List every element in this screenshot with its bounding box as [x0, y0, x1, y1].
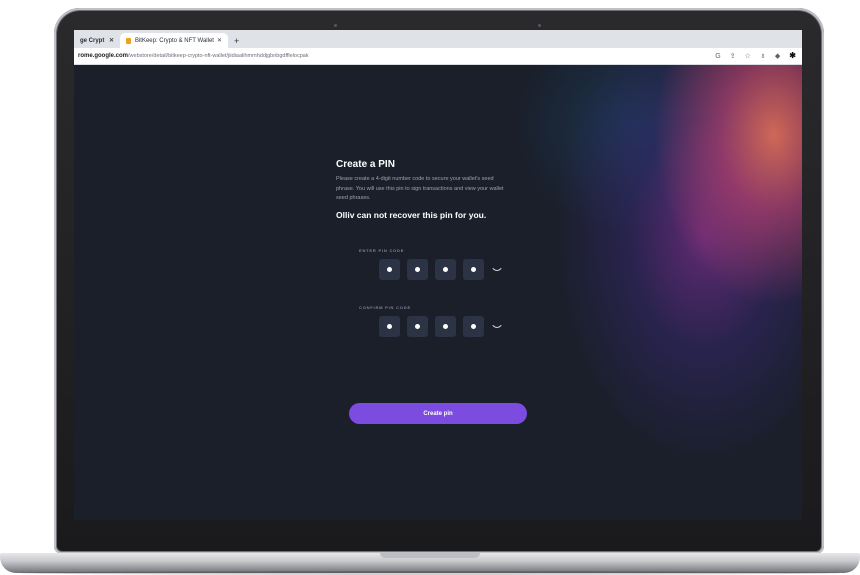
pin-digit-box[interactable] [435, 316, 456, 337]
laptop-screen: ge Crypt ✕ BitKeep: Crypto & NFT Wallet … [74, 30, 802, 520]
pin-warning: Olliv can not recover this pin for you. [336, 209, 487, 220]
laptop-notch [380, 553, 480, 558]
star-icon[interactable]: ☆ [745, 53, 751, 60]
url-host: rome.google.com [78, 53, 129, 59]
tab-label: ge Crypt [80, 37, 105, 44]
bitkeep-favicon-icon [126, 37, 131, 44]
pin-dot [414, 323, 421, 330]
close-tab-icon[interactable]: ✕ [106, 37, 114, 44]
confirm-pin-label: CONFIRM PIN CODE [359, 305, 411, 310]
google-icon[interactable]: G [715, 53, 720, 60]
pin-digit-box[interactable] [435, 259, 456, 280]
puzzle-icon[interactable]: ✱ [789, 52, 796, 60]
extension-icon[interactable]: ◆ [775, 53, 780, 60]
pin-dot [414, 266, 421, 273]
pin-digit-box[interactable] [379, 316, 400, 337]
browser-toolbar-icons: G ⇪ ☆ ♁ ◆ ✱ [715, 52, 798, 60]
create-pin-button[interactable]: Create pin [349, 403, 527, 424]
pin-digit-box[interactable] [463, 259, 484, 280]
pin-digit-box[interactable] [407, 316, 428, 337]
browser-address-bar[interactable]: rome.google.com/webstore/detail/bitkeep-… [74, 48, 802, 65]
browser-tab[interactable]: ge Crypt ✕ [74, 33, 120, 48]
camera-dot [334, 24, 337, 27]
plus-icon[interactable]: + [228, 33, 245, 48]
pin-digit-box[interactable] [463, 316, 484, 337]
camera-dot [538, 24, 541, 27]
enter-pin-label: ENTER PIN CODE [359, 248, 405, 253]
pin-digit-box[interactable] [379, 259, 400, 280]
create-pin-panel: Create a PIN Please create a 4-digit num… [336, 159, 536, 220]
tab-label: BitKeep: Crypto & NFT Wallet [134, 37, 214, 44]
enter-pin-input[interactable] [379, 259, 502, 280]
browser-tab-strip: ge Crypt ✕ BitKeep: Crypto & NFT Wallet … [74, 30, 802, 48]
browser-tab-active[interactable]: BitKeep: Crypto & NFT Wallet ✕ [120, 33, 228, 48]
close-tab-icon[interactable]: ✕ [214, 37, 222, 44]
laptop-shadow [20, 571, 840, 575]
pin-dot [442, 266, 449, 273]
eye-closed-icon[interactable] [492, 267, 502, 273]
pin-dot [470, 266, 477, 273]
pin-dot [442, 323, 449, 330]
url-text[interactable]: rome.google.com/webstore/detail/bitkeep-… [78, 53, 309, 59]
pin-dot [386, 323, 393, 330]
confirm-pin-input[interactable] [379, 316, 502, 337]
pin-dot [386, 266, 393, 273]
profile-icon[interactable]: ♁ [760, 52, 766, 60]
wallet-page: Create a PIN Please create a 4-digit num… [74, 65, 802, 520]
url-path: /webstore/detail/bitkeep-crypto-nft-wall… [128, 53, 309, 59]
page-title: Create a PIN [336, 159, 395, 170]
laptop-mockup: ge Crypt ✕ BitKeep: Crypto & NFT Wallet … [0, 0, 860, 575]
laptop-base [0, 553, 860, 573]
pin-digit-box[interactable] [407, 259, 428, 280]
pin-dot [470, 323, 477, 330]
share-icon[interactable]: ⇪ [730, 53, 736, 60]
eye-closed-icon[interactable] [492, 324, 502, 330]
pin-description: Please create a 4-digit number code to s… [336, 176, 504, 201]
